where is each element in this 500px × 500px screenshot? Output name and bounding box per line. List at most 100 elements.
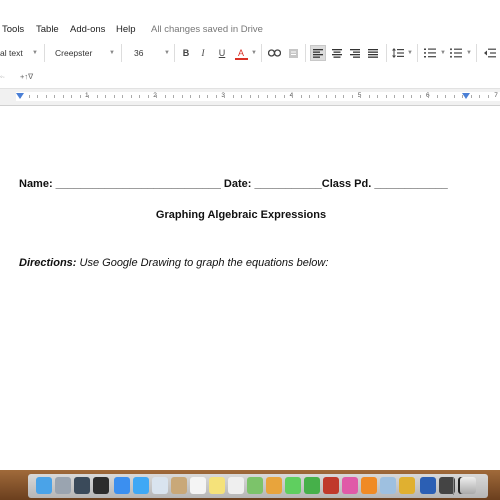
ruler-tick [360,95,361,98]
app-store-icon[interactable] [114,477,130,494]
align-right-icon[interactable] [347,45,363,61]
ruler-tick [402,95,404,98]
maps-icon[interactable] [247,477,263,494]
trash-icon[interactable] [460,477,476,494]
ruler-tick [453,95,455,98]
chevron-down-icon[interactable]: ▼ [440,50,446,56]
ruler-tick [479,95,480,98]
ruler-tick [275,95,276,98]
photo-booth-icon[interactable] [323,477,339,494]
menu-tools[interactable]: Tools [2,24,24,35]
launchpad-icon[interactable] [55,477,71,494]
ruler-tick [351,95,353,98]
toolbar-secondary-label[interactable]: +↑∇ [20,72,33,81]
name-date-line[interactable]: Name: ___________________________ Date: … [19,178,448,190]
indent-marker[interactable] [462,93,470,99]
ruler-tick [470,95,472,98]
comment-icon[interactable] [285,45,301,61]
menu-bar: Tools Table Add-ons Help All changes sav… [0,0,500,36]
safari-icon[interactable] [133,477,149,494]
ruler-tick [207,95,208,98]
chrome-icon[interactable] [399,477,415,494]
chevron-down-icon[interactable]: ▼ [164,50,170,56]
underline-button[interactable]: U [214,45,230,61]
ruler-tick [258,95,259,98]
ruler-tick [113,95,115,98]
decrease-indent-icon[interactable] [482,45,498,61]
menu-add-ons[interactable]: Add-ons [70,24,105,35]
ruler-tick [411,95,412,98]
dashboard-icon[interactable] [93,477,109,494]
finder-icon[interactable] [36,477,52,494]
style-select[interactable]: al text [0,48,23,58]
directions-text: Use Google Drawing to graph the equation… [76,257,329,269]
contacts-icon[interactable] [171,477,187,494]
ruler-tick [198,95,200,98]
ruler-tick [190,95,191,98]
dock-separator [453,477,454,495]
line-spacing-icon[interactable] [390,45,406,61]
messages-icon[interactable] [285,477,301,494]
ruler-tick [79,95,81,98]
ruler-tick [385,95,387,98]
font-select[interactable]: Creepster [55,48,92,58]
facetime-icon[interactable] [304,477,320,494]
ruler-tick [428,95,429,98]
ruler-tick [156,95,157,98]
reminders-icon[interactable] [228,477,244,494]
ruler-tick [71,95,72,98]
ruler-tick [283,95,285,98]
ruler-tick [62,95,64,98]
ruler-tick [164,95,166,98]
menu-table[interactable]: Table [36,24,59,35]
preview-icon[interactable] [380,477,396,494]
align-center-icon[interactable] [329,45,345,61]
chevron-down-icon[interactable]: ▼ [32,50,38,56]
ruler-tick [249,95,251,98]
menu-help[interactable]: Help [116,24,136,35]
ruler-tick [37,95,38,98]
notes-icon[interactable] [209,477,225,494]
ibooks-icon[interactable] [361,477,377,494]
ruler-tick [54,95,55,98]
ruler-tick [377,95,378,98]
divider [121,44,122,62]
divider [261,44,262,62]
directions-paragraph[interactable]: Directions: Use Google Drawing to graph … [19,257,328,269]
ruler-tick [28,95,30,98]
directions-label: Directions: [19,257,77,269]
chevron-down-icon[interactable]: ▼ [466,50,472,56]
ruler-tick [241,95,242,98]
calendar-icon[interactable] [190,477,206,494]
font-size-select[interactable]: 36 [134,48,143,58]
bold-button[interactable]: B [178,45,194,61]
document-title[interactable]: Graphing Algebraic Expressions [0,209,482,221]
ruler-tick [45,95,47,98]
itunes-icon[interactable] [342,477,358,494]
chevron-down-icon[interactable]: ▼ [109,50,115,56]
ruler-tick [173,95,174,98]
more-tools-icon[interactable]: ◦· [0,72,5,81]
mission-control-icon[interactable] [74,477,90,494]
italic-button[interactable]: I [195,45,211,61]
ruler[interactable]: 1234567 [0,88,500,106]
photos-icon[interactable] [266,477,282,494]
document-page[interactable] [0,106,500,470]
align-left-icon[interactable] [310,45,326,61]
word-icon[interactable] [420,477,436,494]
indent-marker[interactable] [16,93,24,99]
ruler-tick [266,95,268,98]
ruler-scale: 1234567 [16,92,500,101]
chevron-down-icon[interactable]: ▼ [407,50,413,56]
bulleted-list-icon[interactable] [448,45,464,61]
numbered-list-icon[interactable] [422,45,438,61]
justify-icon[interactable] [365,45,381,61]
mail-icon[interactable] [152,477,168,494]
formatting-toolbar: al text ▼ Creepster ▼ 36 ▼ B I U A ▼ ▼ ▼… [0,40,500,66]
ruler-tick [343,95,344,98]
ruler-tick [300,95,302,98]
divider [305,44,306,62]
link-icon[interactable] [266,45,282,61]
chevron-down-icon[interactable]: ▼ [251,50,257,56]
toolbar-secondary-row: ◦· +↑∇ [0,68,500,86]
